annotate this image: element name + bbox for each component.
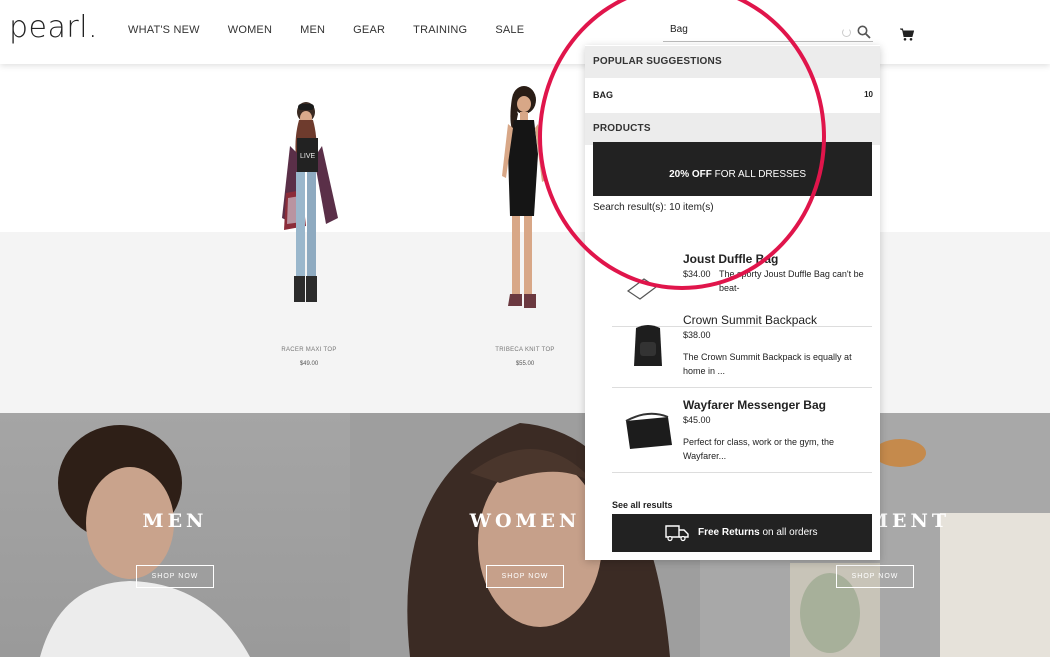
suggestion-count: 10	[864, 90, 873, 99]
item-name[interactable]: Crown Summit Backpack	[683, 313, 867, 327]
product-card: TRIBECA KNIT TOP $55.00	[474, 343, 576, 367]
see-all-results-link[interactable]: See all results	[612, 500, 673, 510]
shop-now-button[interactable]: SHOP NOW	[836, 565, 914, 588]
returns-text: on all orders	[759, 527, 818, 538]
search-input[interactable]	[663, 18, 833, 40]
product-name[interactable]: RACER MAXI TOP	[258, 347, 360, 353]
item-price: $45.00	[683, 415, 711, 425]
suggestion-label: BAG	[593, 90, 613, 100]
promo-text: FOR ALL DRESSES	[711, 169, 806, 180]
products-heading: PRODUCTS	[585, 113, 880, 145]
product-image-tribeca-knit-top[interactable]	[494, 84, 564, 316]
banner-title: MEN	[142, 510, 208, 532]
nav-men[interactable]: MEN	[300, 24, 325, 36]
nav-sale[interactable]: SALE	[495, 24, 524, 36]
banner-men[interactable]: MEN SHOP NOW	[0, 413, 350, 657]
site-header: pearl. WHAT'S NEW WOMEN MEN GEAR TRAININ…	[0, 0, 1050, 64]
cart-icon[interactable]	[900, 28, 914, 41]
nav-gear[interactable]: GEAR	[353, 24, 385, 36]
main-nav: WHAT'S NEW WOMEN MEN GEAR TRAINING SALE	[128, 24, 552, 36]
search-icon[interactable]	[857, 25, 871, 39]
returns-bold: Free Returns	[698, 527, 760, 538]
product-image-racer-maxi-top[interactable]: LIVE	[272, 98, 352, 313]
nav-training[interactable]: TRAINING	[413, 24, 467, 36]
suggestion-item[interactable]: BAG 10	[593, 79, 873, 111]
search-result-item[interactable]: Wayfarer Messenger Bag $45.00 Perfect fo…	[612, 389, 872, 473]
banner-men-image	[40, 425, 250, 657]
result-count: Search result(s): 10 item(s)	[593, 202, 714, 213]
logo[interactable]: pearl.	[9, 10, 98, 45]
loading-spinner-icon	[842, 28, 851, 37]
duffle-bag-thumb	[626, 278, 658, 300]
item-name[interactable]: Joust Duffle Bag	[683, 252, 867, 266]
promo-bold: 20% OFF	[669, 169, 712, 180]
item-description: The sporty Joust Duffle Bag can't be bea…	[719, 269, 864, 293]
item-description: The Crown Summit Backpack is equally at …	[683, 352, 852, 376]
shop-now-button[interactable]: SHOP NOW	[136, 565, 214, 588]
backpack-thumb	[634, 325, 662, 366]
product-name[interactable]: TRIBECA KNIT TOP	[474, 347, 576, 353]
product-price: $49.00	[299, 361, 319, 367]
nav-whats-new[interactable]: WHAT'S NEW	[128, 24, 200, 36]
svg-text:LIVE: LIVE	[300, 153, 316, 160]
search-result-item[interactable]: Crown Summit Backpack $38.00 The Crown S…	[612, 304, 872, 388]
product-card: RACER MAXI TOP $49.00	[258, 343, 360, 367]
nav-women[interactable]: WOMEN	[228, 24, 272, 36]
search-dropdown: POPULAR SUGGESTIONS BAG 10 PRODUCTS 20% …	[585, 45, 880, 560]
free-returns-banner[interactable]: Free Returns on all orders	[612, 514, 872, 552]
messenger-bag-thumb	[625, 412, 672, 449]
item-name[interactable]: Wayfarer Messenger Bag	[683, 398, 867, 412]
item-description: Perfect for class, work or the gym, the …	[683, 437, 835, 461]
promo-banner[interactable]: 20% OFF FOR ALL DRESSES	[593, 142, 872, 196]
delivery-truck-icon	[665, 525, 689, 542]
shop-now-button[interactable]: SHOP NOW	[486, 565, 564, 588]
product-price: $55.00	[515, 361, 535, 367]
popular-suggestions-heading: POPULAR SUGGESTIONS	[585, 46, 880, 78]
item-price: $38.00	[683, 330, 711, 340]
